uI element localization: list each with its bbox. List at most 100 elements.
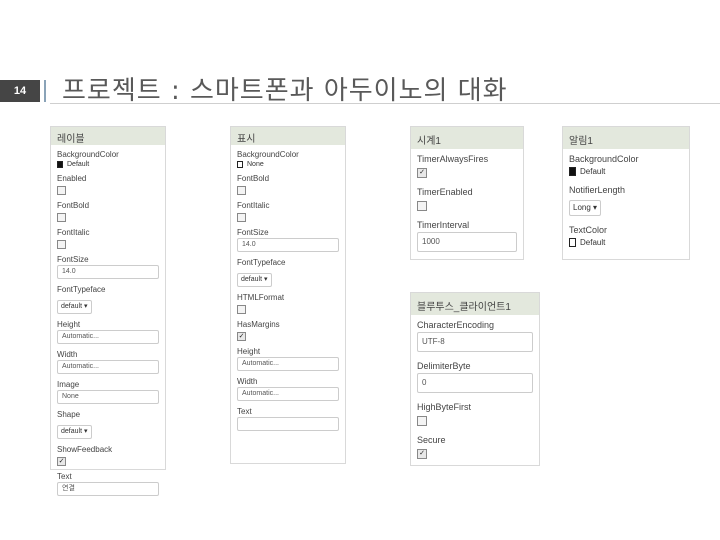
property-label: BackgroundColor bbox=[237, 150, 299, 159]
text-field[interactable]: Automatic... bbox=[237, 387, 339, 401]
checkbox[interactable] bbox=[417, 201, 427, 211]
panel-body: CharacterEncoding UTF-8 DelimiterByte 0 High… bbox=[411, 315, 539, 471]
checkbox[interactable] bbox=[237, 305, 246, 314]
color-value: Default bbox=[580, 167, 606, 176]
slide-title: 프로젝트 : 스마트폰과 아두이노의 대화 bbox=[62, 76, 508, 106]
checkbox[interactable]: ✓ bbox=[57, 457, 66, 466]
text-field[interactable]: 연결 bbox=[57, 482, 159, 496]
text-field[interactable]: UTF-8 bbox=[417, 332, 533, 352]
checkbox[interactable]: ✓ bbox=[417, 449, 427, 459]
dropdown-select[interactable]: default ▾ bbox=[57, 300, 92, 314]
panel-body: BackgroundColor Default Enabled FontBold Fon… bbox=[51, 145, 165, 505]
property-high-byte-first: HighByteFirst bbox=[417, 401, 533, 426]
color-value: Default bbox=[580, 238, 606, 247]
property-font-typeface: FontTypeface default ▾ bbox=[57, 284, 159, 314]
property-notifier-length: NotifierLength Long ▾ bbox=[569, 184, 683, 216]
property-label: BackgroundColor bbox=[57, 150, 119, 159]
text-field[interactable]: Automatic... bbox=[57, 330, 159, 344]
property-text-color: TextColor Default bbox=[569, 224, 683, 247]
checkbox[interactable] bbox=[57, 213, 66, 222]
property-font-size: FontSize 14.0 bbox=[57, 254, 159, 279]
property-label: Image bbox=[57, 380, 80, 389]
property-show-feedback: ShowFeedback ✓ bbox=[57, 444, 159, 466]
checkbox[interactable] bbox=[237, 213, 246, 222]
property-timer-enabled: TimerEnabled bbox=[417, 186, 517, 211]
panel-header: 시계1 bbox=[411, 127, 523, 149]
property-label: Width bbox=[237, 377, 258, 386]
property-label: Enabled bbox=[57, 174, 87, 183]
property-text: Text 연결 bbox=[57, 471, 159, 496]
property-label: FontItalic bbox=[237, 201, 270, 210]
text-field[interactable]: 1000 bbox=[417, 232, 517, 252]
panel-notifier-properties: 알림1 BackgroundColor Default NotifierLength L… bbox=[562, 126, 690, 260]
property-label: FontBold bbox=[57, 201, 90, 210]
dropdown-select[interactable]: default ▾ bbox=[237, 273, 272, 287]
panel-body: BackgroundColor None FontBold FontItalic Fon… bbox=[231, 145, 345, 440]
text-field[interactable] bbox=[237, 417, 339, 431]
property-label: Secure bbox=[417, 435, 446, 445]
property-label: TimerEnabled bbox=[417, 187, 473, 197]
property-delimiter-byte: DelimiterByte 0 bbox=[417, 360, 533, 393]
property-width: Width Automatic... bbox=[237, 376, 339, 401]
property-timer-always-fires: TimerAlwaysFires ✓ bbox=[417, 153, 517, 178]
dropdown-value: default bbox=[241, 276, 263, 283]
checkbox[interactable] bbox=[57, 186, 66, 195]
property-label: HighByteFirst bbox=[417, 402, 472, 412]
property-background-color: BackgroundColor None bbox=[237, 149, 339, 168]
color-picker[interactable]: Default bbox=[57, 161, 159, 168]
property-label: Text bbox=[237, 407, 252, 416]
text-field[interactable]: Automatic... bbox=[57, 360, 159, 374]
property-height: Height Automatic... bbox=[57, 319, 159, 344]
property-label: NotifierLength bbox=[569, 185, 626, 195]
property-background-color: BackgroundColor Default bbox=[569, 153, 683, 176]
dropdown-value: Long bbox=[573, 203, 591, 212]
panel-header: 레이블 bbox=[51, 127, 165, 145]
slide-number: 14 bbox=[0, 80, 40, 102]
property-htmlformat: HTMLFormat bbox=[237, 292, 339, 314]
property-label: TimerAlwaysFires bbox=[417, 154, 489, 164]
chevron-down-icon: ▾ bbox=[82, 303, 88, 310]
property-label: FontTypeface bbox=[57, 285, 106, 294]
text-field[interactable]: 14.0 bbox=[57, 265, 159, 279]
checkbox[interactable] bbox=[237, 186, 246, 195]
property-label: ShowFeedback bbox=[57, 445, 113, 454]
panel-header: 표시 bbox=[231, 127, 345, 145]
dropdown-value: default bbox=[61, 303, 83, 310]
text-field[interactable]: 14.0 bbox=[237, 238, 339, 252]
property-label: FontSize bbox=[57, 255, 89, 264]
text-field[interactable]: 0 bbox=[417, 373, 533, 393]
dropdown-select[interactable]: default ▾ bbox=[57, 425, 92, 439]
chevron-down-icon: ▾ bbox=[590, 203, 598, 212]
checkbox[interactable] bbox=[417, 416, 427, 426]
property-text: Text bbox=[237, 406, 339, 431]
panel-clock-properties: 시계1 TimerAlwaysFires ✓ TimerEnabled TimerInt… bbox=[410, 126, 524, 260]
property-label: FontSize bbox=[237, 228, 269, 237]
property-character-encoding: CharacterEncoding UTF-8 bbox=[417, 319, 533, 352]
text-field[interactable]: None bbox=[57, 390, 159, 404]
property-font-typeface: FontTypeface default ▾ bbox=[237, 257, 339, 287]
property-font-bold: FontBold bbox=[57, 200, 159, 222]
color-picker[interactable]: Default bbox=[569, 167, 683, 176]
dropdown-select[interactable]: Long ▾ bbox=[569, 200, 602, 216]
checkbox[interactable]: ✓ bbox=[237, 332, 246, 341]
property-label: TextColor bbox=[569, 225, 608, 235]
color-swatch bbox=[569, 238, 576, 247]
chevron-down-icon: ▾ bbox=[262, 276, 268, 283]
checkbox[interactable]: ✓ bbox=[417, 168, 427, 178]
color-picker[interactable]: None bbox=[237, 161, 339, 168]
property-label: DelimiterByte bbox=[417, 361, 471, 371]
property-height: Height Automatic... bbox=[237, 346, 339, 371]
property-label: FontItalic bbox=[57, 228, 90, 237]
property-image: Image None bbox=[57, 379, 159, 404]
property-font-italic: FontItalic bbox=[237, 200, 339, 222]
property-width: Width Automatic... bbox=[57, 349, 159, 374]
panel-bluetooth-client-properties: 블루투스_클라이언트1 CharacterEncoding UTF-8 Delimit… bbox=[410, 292, 540, 466]
panel-header: 블루투스_클라이언트1 bbox=[411, 293, 539, 315]
checkbox[interactable] bbox=[57, 240, 66, 249]
property-label: FontBold bbox=[237, 174, 270, 183]
property-label: FontTypeface bbox=[237, 258, 286, 267]
text-field[interactable]: Automatic... bbox=[237, 357, 339, 371]
property-label: Height bbox=[57, 320, 81, 329]
color-picker[interactable]: Default bbox=[569, 238, 683, 247]
property-shape: Shape default ▾ bbox=[57, 409, 159, 439]
